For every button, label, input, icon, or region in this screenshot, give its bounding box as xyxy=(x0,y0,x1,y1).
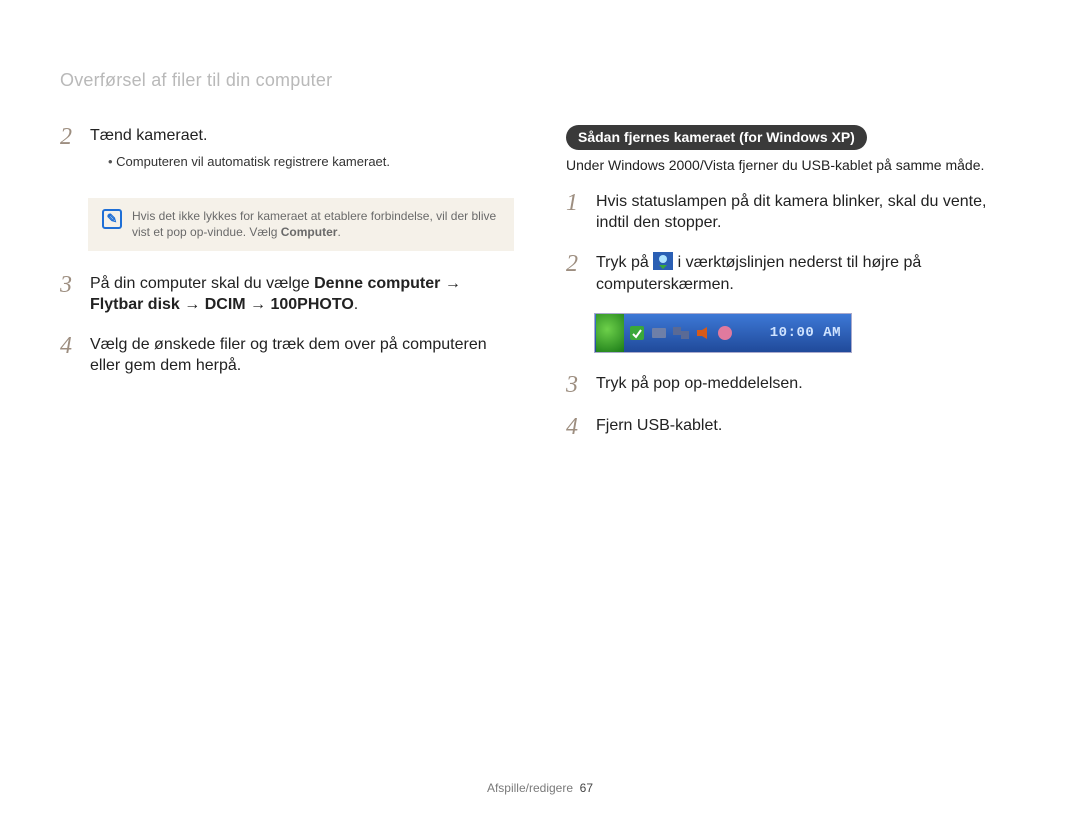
step-body: På din computer skal du vælge Denne comp… xyxy=(90,273,514,316)
step-body: Vælg de ønskede filer og træk dem over p… xyxy=(90,334,514,377)
step-number: 4 xyxy=(566,415,586,439)
path-part: Flytbar disk xyxy=(90,296,180,313)
section-pill: Sådan fjernes kameraet (for Windows XP) xyxy=(566,125,867,150)
note-text: Hvis det ikke lykkes for kameraet at eta… xyxy=(132,208,500,240)
safely-remove-hardware-icon xyxy=(628,324,646,342)
step-number: 2 xyxy=(60,125,80,180)
step-number: 1 xyxy=(566,191,586,234)
arrow: → xyxy=(246,296,271,313)
tray-icon xyxy=(650,324,668,342)
step-text: Tænd kameraet. xyxy=(90,125,514,147)
manual-page: Overførsel af filer til din computer 2 T… xyxy=(0,0,1080,815)
note-text-bold: Computer xyxy=(281,225,338,239)
path-part: Denne computer xyxy=(314,275,440,292)
note-text-b: . xyxy=(337,225,340,239)
footer-section: Afspille/redigere xyxy=(487,781,573,795)
page-title: Overførsel af filer til din computer xyxy=(60,70,1020,91)
arrow: → xyxy=(440,275,460,292)
txt: På din computer skal du vælge xyxy=(90,275,314,292)
page-number: 67 xyxy=(580,781,593,795)
txt: Tryk på xyxy=(596,254,653,271)
right-step-4: 4 Fjern USB-kablet. xyxy=(566,415,1020,439)
taskbar-clock: 10:00 AM xyxy=(764,325,851,341)
right-step-1: 1 Hvis statuslampen på dit kamera blinke… xyxy=(566,191,1020,234)
content-columns: 2 Tænd kameraet. Computeren vil automati… xyxy=(60,125,1020,457)
arrow: → xyxy=(180,296,205,313)
path-part: 100PHOTO xyxy=(270,296,353,313)
start-button-icon xyxy=(596,314,624,352)
tray-icon xyxy=(672,324,690,342)
volume-icon xyxy=(694,324,712,342)
page-footer: Afspille/redigere 67 xyxy=(0,781,1080,795)
section-subtitle: Under Windows 2000/Vista fjerner du USB-… xyxy=(566,156,1020,175)
step-body: Hvis statuslampen på dit kamera blinker,… xyxy=(596,191,1020,234)
step-body: Fjern USB-kablet. xyxy=(596,415,1020,439)
step-body: Tænd kameraet. Computeren vil automatisk… xyxy=(90,125,514,180)
tray-icon xyxy=(716,324,734,342)
right-column: Sådan fjernes kameraet (for Windows XP) … xyxy=(566,125,1020,457)
note-box: ✎ Hvis det ikke lykkes for kameraet at e… xyxy=(88,198,514,250)
step-body: Tryk på pop op-meddelelsen. xyxy=(596,373,1020,397)
step-number: 3 xyxy=(566,373,586,397)
txt: . xyxy=(354,296,358,313)
right-step-2: 2 Tryk på i værktøjslinjen nederst til h… xyxy=(566,252,1020,295)
step-number: 4 xyxy=(60,334,80,377)
step-number: 3 xyxy=(60,273,80,316)
windows-xp-taskbar-image: 10:00 AM xyxy=(594,313,852,353)
left-step-4: 4 Vælg de ønskede filer og træk dem over… xyxy=(60,334,514,377)
path-part: DCIM xyxy=(205,296,246,313)
step-number: 2 xyxy=(566,252,586,295)
right-step-3: 3 Tryk på pop op-meddelelsen. xyxy=(566,373,1020,397)
left-column: 2 Tænd kameraet. Computeren vil automati… xyxy=(60,125,514,457)
step-bullet: Computeren vil automatisk registrere kam… xyxy=(108,153,514,171)
safely-remove-hardware-icon xyxy=(653,252,673,270)
step-body: Tryk på i værktøjslinjen nederst til høj… xyxy=(596,252,1020,295)
note-icon: ✎ xyxy=(102,209,122,229)
left-step-3: 3 På din computer skal du vælge Denne co… xyxy=(60,273,514,316)
system-tray xyxy=(624,324,764,342)
left-step-2: 2 Tænd kameraet. Computeren vil automati… xyxy=(60,125,514,180)
